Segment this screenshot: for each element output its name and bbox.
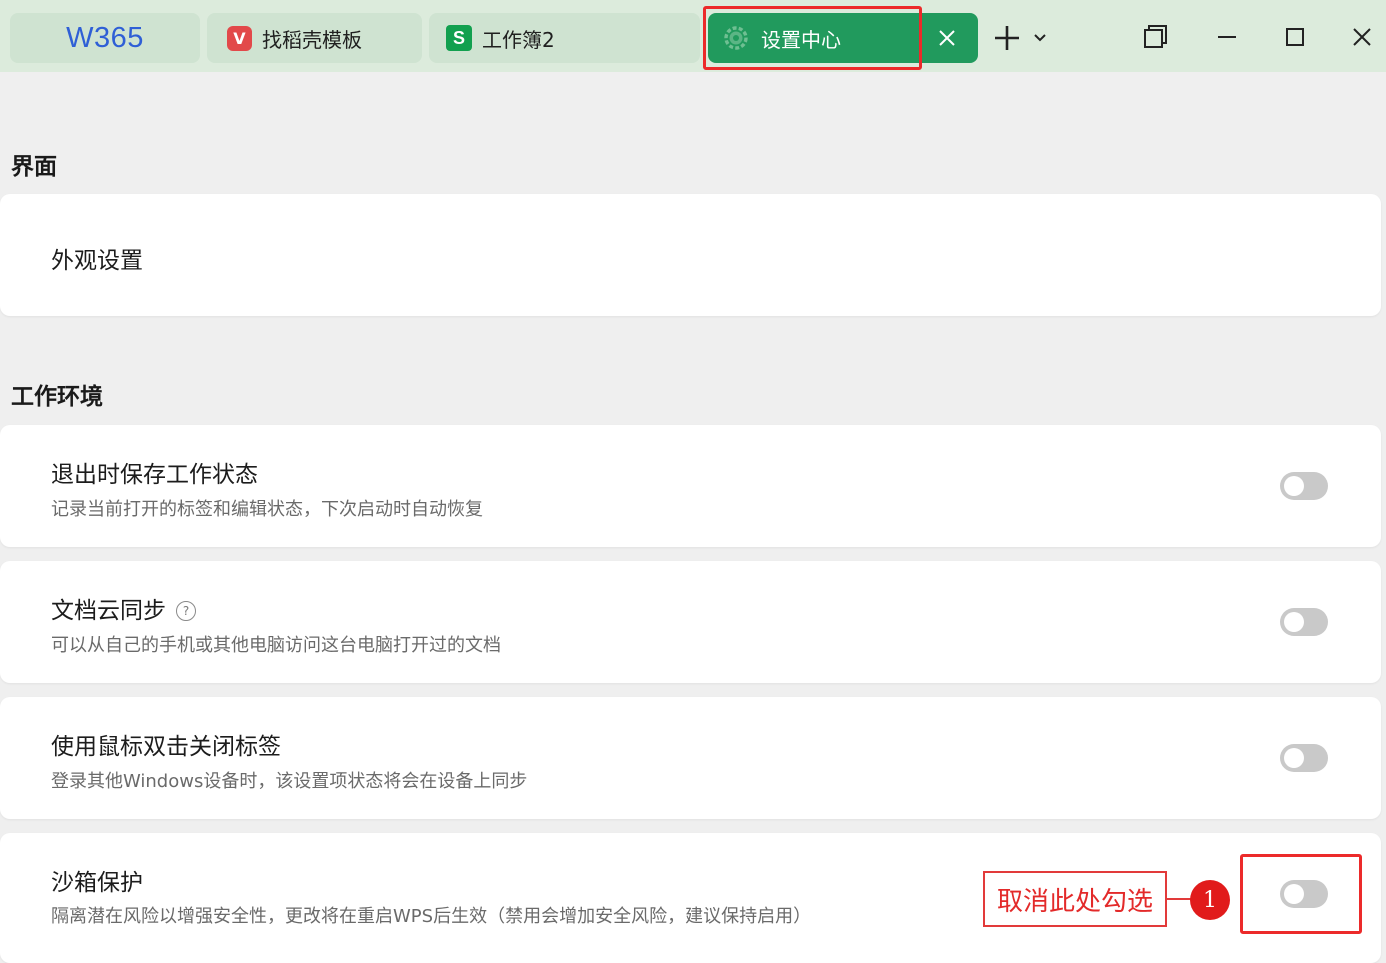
minimize-button[interactable] xyxy=(1210,20,1244,54)
setting-description: 登录其他Windows设备时，该设置项状态将会在设备上同步 xyxy=(51,771,528,792)
toggle-knob xyxy=(1284,748,1304,768)
new-tab-button[interactable] xyxy=(990,22,1024,54)
tab-workbook[interactable]: S 工作簿2 xyxy=(429,13,700,63)
chevron-down-icon xyxy=(1034,34,1046,42)
setting-title: 退出时保存工作状态 xyxy=(51,462,258,488)
window-stack-icon xyxy=(1144,25,1167,48)
setting-title: 沙箱保护 xyxy=(51,870,143,896)
sandbox-toggle[interactable] xyxy=(1280,880,1328,908)
setting-description: 记录当前打开的标签和编辑状态，下次启动时自动恢复 xyxy=(51,499,483,520)
annotation-step-badge: 1 xyxy=(1190,880,1230,920)
annotation-connector xyxy=(1167,898,1191,900)
close-window-button[interactable] xyxy=(1345,20,1379,54)
close-tab-button[interactable] xyxy=(934,25,960,51)
spreadsheet-icon: S xyxy=(446,25,472,51)
toggle-knob xyxy=(1284,476,1304,496)
minimize-icon xyxy=(1218,36,1236,38)
toggle-knob xyxy=(1284,612,1304,632)
maximize-button[interactable] xyxy=(1278,20,1312,54)
tab-list-dropdown[interactable] xyxy=(1030,27,1050,49)
dblclick-close-toggle[interactable] xyxy=(1280,744,1328,772)
annotation-label: 取消此处勾选 xyxy=(983,871,1167,927)
tab-daoke-templates[interactable]: V 找稻壳模板 xyxy=(207,13,422,63)
tab-label: 找稻壳模板 xyxy=(262,27,362,52)
setting-title: 文档云同步? xyxy=(51,591,196,625)
maximize-icon xyxy=(1286,28,1304,46)
section-title-interface: 界面 xyxy=(11,154,57,180)
setting-description: 隔离潜在风险以增强安全性，更改将在重启WPS后生效（禁用会增加安全风险，建议保持… xyxy=(51,906,812,927)
tab-label: 设置中心 xyxy=(761,27,841,52)
title-bar: W365 V 找稻壳模板 S 工作簿2 设置中心 xyxy=(0,0,1386,72)
setting-title: 使用鼠标双击关闭标签 xyxy=(51,734,281,760)
tab-label: 工作簿2 xyxy=(482,27,555,52)
save-state-toggle[interactable] xyxy=(1280,472,1328,500)
daoke-icon: V xyxy=(227,25,252,51)
setting-card-dblclick-close: 使用鼠标双击关闭标签 登录其他Windows设备时，该设置项状态将会在设备上同步 xyxy=(0,697,1381,819)
setting-title: 外观设置 xyxy=(51,248,143,274)
section-title-workspace: 工作环境 xyxy=(11,384,103,410)
close-icon xyxy=(1353,28,1371,46)
wps365-logo: W365 xyxy=(66,21,144,54)
tab-home[interactable]: W365 xyxy=(10,13,200,63)
setting-card-cloud-sync: 文档云同步? 可以从自己的手机或其他电脑访问这台电脑打开过的文档 xyxy=(0,561,1381,683)
help-icon[interactable]: ? xyxy=(176,601,196,621)
plus-icon xyxy=(995,26,1019,50)
setting-description: 可以从自己的手机或其他电脑访问这台电脑打开过的文档 xyxy=(51,635,501,656)
gear-icon xyxy=(724,26,748,50)
setting-title-text: 文档云同步 xyxy=(51,598,166,624)
toggle-knob xyxy=(1284,884,1304,904)
cloud-sync-toggle[interactable] xyxy=(1280,608,1328,636)
tab-settings-center[interactable]: 设置中心 xyxy=(708,13,978,63)
setting-card-save-state: 退出时保存工作状态 记录当前打开的标签和编辑状态，下次启动时自动恢复 xyxy=(0,425,1381,547)
restore-tabs-button[interactable] xyxy=(1138,20,1172,54)
setting-card-appearance[interactable]: 外观设置 xyxy=(0,194,1381,316)
close-icon xyxy=(939,30,955,46)
